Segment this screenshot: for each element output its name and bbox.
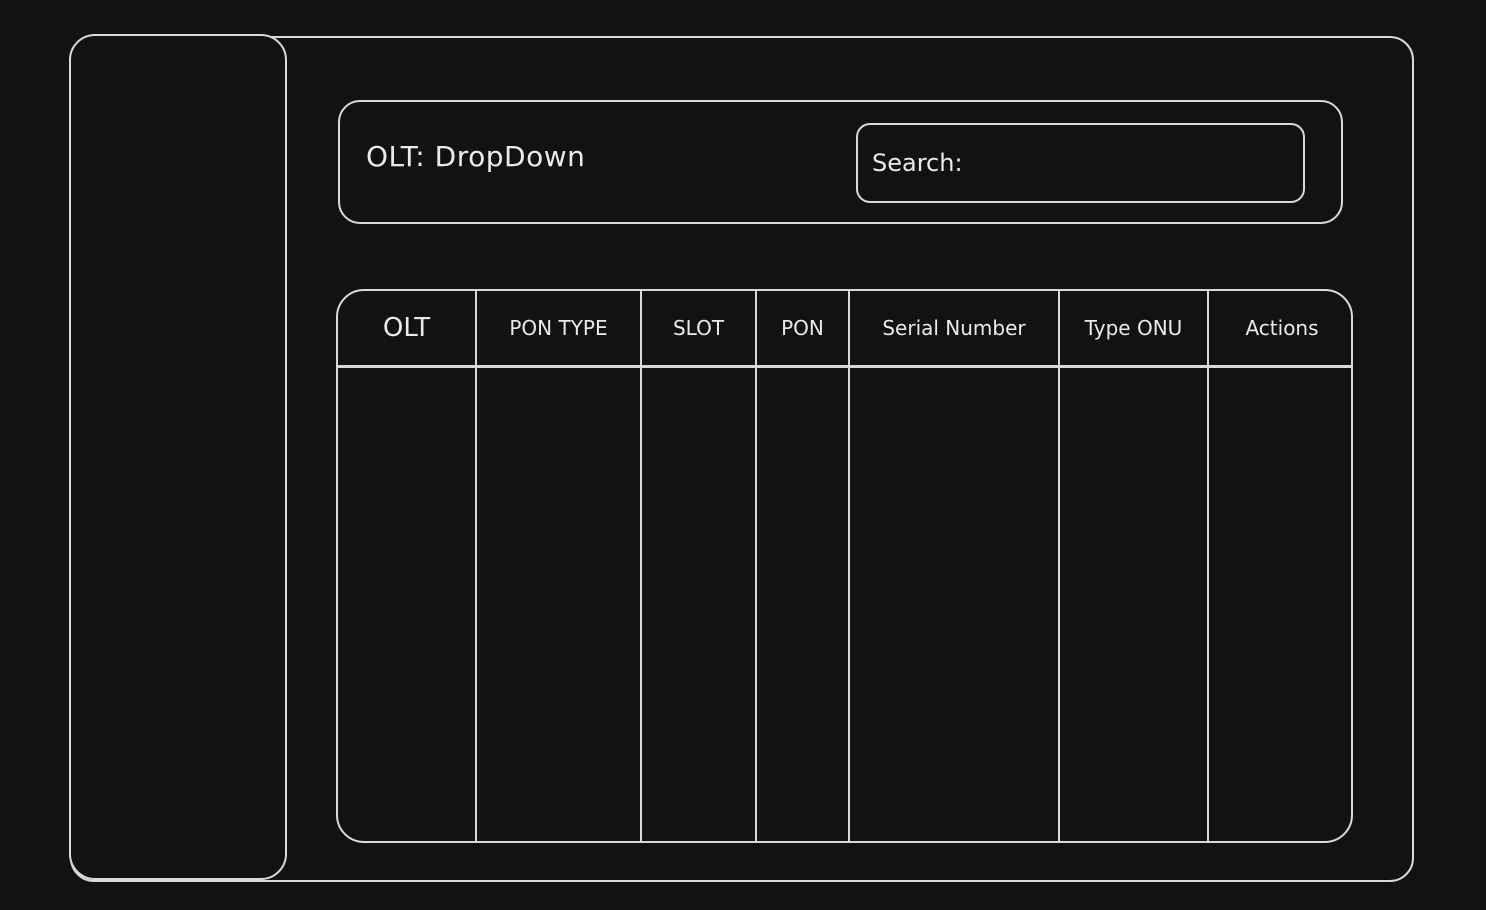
- column-divider: [1058, 291, 1060, 841]
- column-divider: [848, 291, 850, 841]
- search-box[interactable]: Search:: [856, 123, 1305, 203]
- column-header-type-onu[interactable]: Type ONU: [1060, 291, 1207, 365]
- column-header-olt[interactable]: OLT: [338, 291, 475, 365]
- column-divider: [640, 291, 642, 841]
- sidebar: [69, 34, 287, 880]
- onu-table: OLT PON TYPE SLOT PON Serial Number Type…: [336, 289, 1353, 843]
- search-label: Search:: [872, 149, 963, 177]
- header-separator: [338, 365, 1351, 368]
- olt-dropdown[interactable]: OLT: DropDown: [366, 140, 585, 173]
- column-header-slot[interactable]: SLOT: [642, 291, 755, 365]
- column-header-pon-type[interactable]: PON TYPE: [477, 291, 640, 365]
- column-divider: [1207, 291, 1209, 841]
- column-header-actions[interactable]: Actions: [1209, 291, 1351, 365]
- column-divider: [475, 291, 477, 841]
- column-header-pon[interactable]: PON: [757, 291, 848, 365]
- column-divider: [755, 291, 757, 841]
- column-header-serial-number[interactable]: Serial Number: [850, 291, 1058, 365]
- search-input[interactable]: [968, 149, 1293, 177]
